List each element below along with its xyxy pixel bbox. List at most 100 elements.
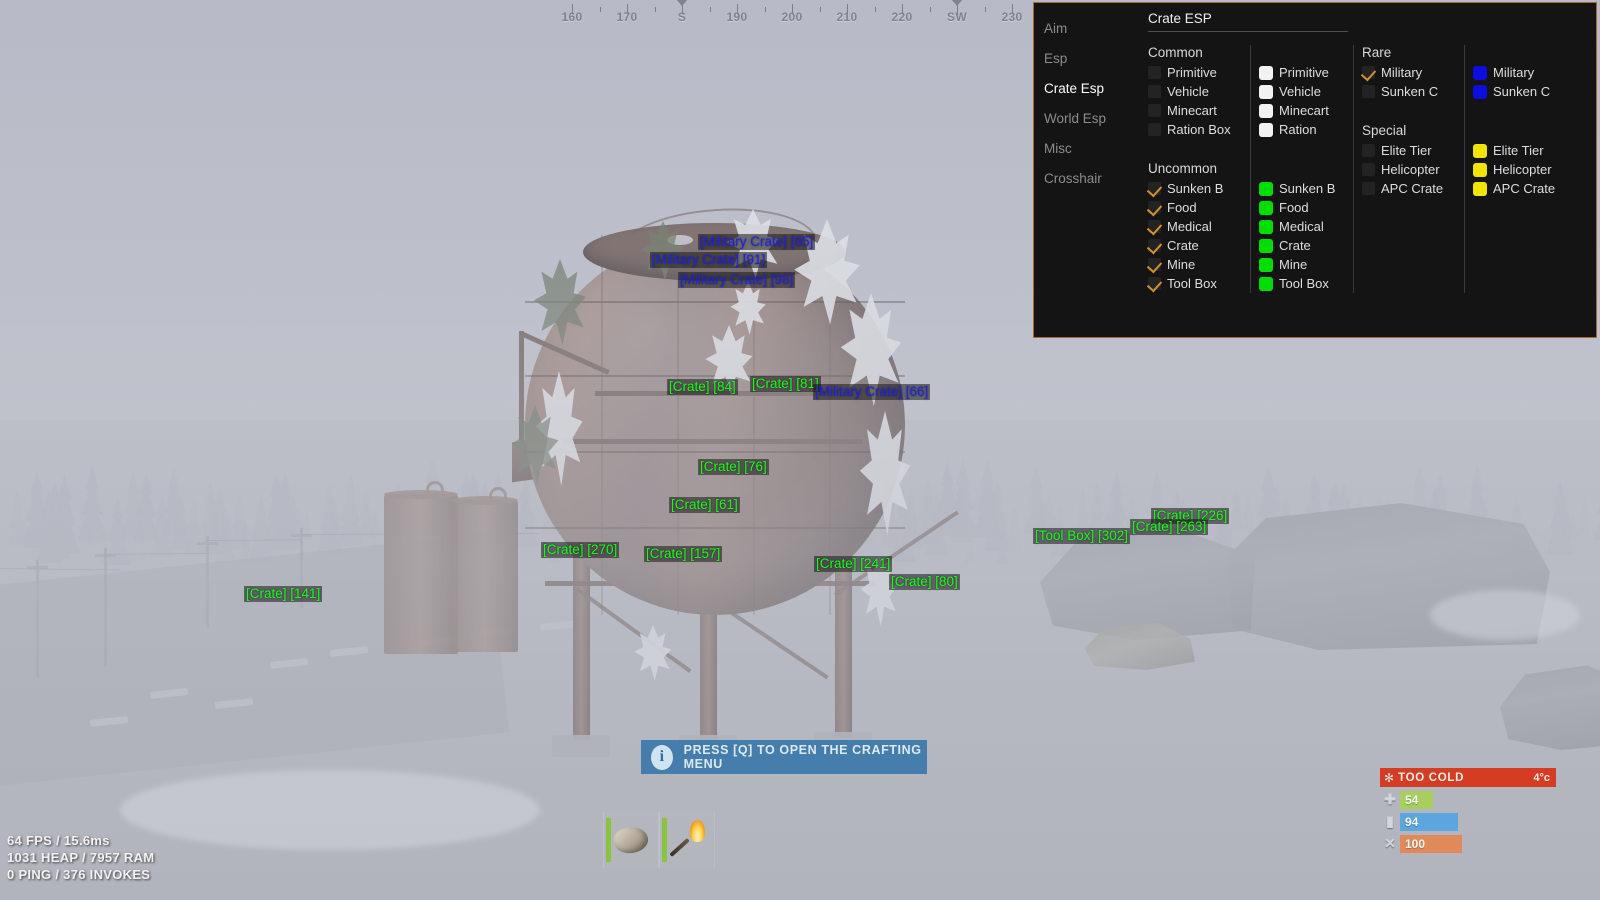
color-label: Medical [1279,219,1324,234]
compass-caret-icon [951,0,963,6]
color-row-sunken-b[interactable]: Sunken B [1259,179,1353,198]
column-colors-common-uncommon[interactable]: Primitive Vehicle Minecart Ration Sunken B Fo… [1259,43,1353,293]
color-row-elite-tier[interactable]: Elite Tier [1473,141,1567,160]
compass-label: 190 [726,10,748,24]
menu-nav-item-esp[interactable]: Esp [1044,51,1134,67]
color-swatch[interactable] [1473,143,1487,158]
color-swatch[interactable] [1259,103,1273,118]
color-swatch[interactable] [1259,200,1273,215]
color-swatch[interactable] [1259,181,1273,196]
storage-tank-small-lid [384,490,458,499]
checkbox-icon[interactable] [1362,182,1375,195]
column-toggles-rare-special[interactable]: Rare Military Sunken C Special Elite Tier Hel… [1362,43,1464,293]
toggle-row-sunken-c[interactable]: Sunken C [1362,82,1464,101]
color-row-apc-crate[interactable]: APC Crate [1473,179,1567,198]
checkbox-icon[interactable] [1148,85,1161,98]
color-row-sunken-c[interactable]: Sunken C [1473,82,1567,101]
color-swatch[interactable] [1259,122,1273,137]
toggle-row-medical[interactable]: Medical [1148,217,1250,236]
info-icon: i [651,744,673,770]
snow-patch [120,770,540,850]
color-row-ration[interactable]: Ration [1259,120,1353,139]
color-swatch[interactable] [1473,162,1487,177]
color-row-crate[interactable]: Crate [1259,236,1353,255]
checkbox-icon[interactable] [1362,144,1375,157]
color-row-vehicle[interactable]: Vehicle [1259,82,1353,101]
menu-nav-item-crate-esp[interactable]: Crate Esp [1044,81,1134,97]
color-label: Sunken B [1279,181,1336,196]
checkbox-checked-icon[interactable] [1148,239,1161,252]
color-swatch[interactable] [1473,181,1487,196]
toggle-row-ration-box[interactable]: Ration Box [1148,120,1250,139]
compass-tick-minor [819,7,821,12]
toggle-row-primitive[interactable]: Primitive [1148,63,1250,82]
toggle-row-apc-crate[interactable]: APC Crate [1362,179,1464,198]
hotbar-slot-2[interactable] [659,812,715,868]
color-swatch[interactable] [1259,257,1273,272]
menu-nav-item-crosshair[interactable]: Crosshair [1044,171,1134,187]
toggle-row-vehicle[interactable]: Vehicle [1148,82,1250,101]
color-swatch[interactable] [1473,84,1487,99]
color-row-minecart[interactable]: Minecart [1259,101,1353,120]
checkbox-checked-icon[interactable] [1148,182,1161,195]
column-divider [1250,45,1251,293]
temperature-label: TOO COLD [1398,771,1465,784]
column-toggles-common-uncommon[interactable]: Common Primitive Vehicle Minecart Ration Box… [1148,43,1250,293]
storage-tank-small [384,494,458,654]
checkbox-icon[interactable] [1362,85,1375,98]
cheat-menu-panel[interactable]: Aim Esp Crate Esp World Esp Misc Crosshair Cr… [1033,2,1597,338]
toggle-label: APC Crate [1381,181,1444,196]
color-row-tool-box[interactable]: Tool Box [1259,274,1353,293]
color-swatch[interactable] [1259,219,1273,234]
color-swatch[interactable] [1259,238,1273,253]
color-row-mine[interactable]: Mine [1259,255,1353,274]
toggle-row-tool-box[interactable]: Tool Box [1148,274,1250,293]
color-row-helicopter[interactable]: Helicopter [1473,160,1567,179]
color-row-primitive[interactable]: Primitive [1259,63,1353,82]
column-divider [1464,45,1465,293]
toggle-row-crate[interactable]: Crate [1148,236,1250,255]
checkbox-checked-icon[interactable] [1148,201,1161,214]
color-row-medical[interactable]: Medical [1259,217,1353,236]
checkbox-checked-icon[interactable] [1148,220,1161,233]
compass-label: 230 [1001,10,1023,24]
color-label: Primitive [1279,65,1329,80]
page-title: Crate ESP [1148,11,1348,32]
color-label: Mine [1279,257,1308,272]
checkbox-icon[interactable] [1362,163,1375,176]
toggle-row-helicopter[interactable]: Helicopter [1362,160,1464,179]
checkbox-checked-icon[interactable] [1148,277,1161,290]
color-row-food[interactable]: Food [1259,198,1353,217]
toggle-row-mine[interactable]: Mine [1148,255,1250,274]
tank-leg-base [552,735,610,757]
checkbox-icon[interactable] [1148,104,1161,117]
color-swatch[interactable] [1259,276,1273,291]
color-label: Sunken C [1493,84,1551,99]
menu-sidebar[interactable]: Aim Esp Crate Esp World Esp Misc Crosshair [1034,3,1134,337]
menu-nav-item-world-esp[interactable]: World Esp [1044,111,1134,127]
color-swatch[interactable] [1473,65,1487,80]
color-row-military[interactable]: Military [1473,63,1567,82]
checkbox-icon[interactable] [1148,66,1161,79]
toggle-row-sunken-b[interactable]: Sunken B [1148,179,1250,198]
toggle-row-minecart[interactable]: Minecart [1148,101,1250,120]
performance-line: 0 PING / 376 INVOKES [7,867,151,882]
esp-label: [Crate] [76] [698,459,769,475]
toggle-row-military[interactable]: Military [1362,63,1464,82]
group-title-rare: Rare [1362,45,1392,60]
hotbar-slot-1[interactable] [603,812,659,868]
toggle-row-elite-tier[interactable]: Elite Tier [1362,141,1464,160]
color-swatch[interactable] [1259,84,1273,99]
checkbox-checked-icon[interactable] [1362,66,1375,79]
color-swatch[interactable] [1259,65,1273,80]
checkbox-icon[interactable] [1148,123,1161,136]
toggle-label: Sunken C [1381,84,1439,99]
menu-nav-item-misc[interactable]: Misc [1044,141,1134,157]
column-colors-rare-special[interactable]: Military Sunken C Elite Tier Helicopter APC … [1473,43,1567,293]
group-title-spacer [1259,159,1353,179]
toggle-row-food[interactable]: Food [1148,198,1250,217]
checkbox-checked-icon[interactable] [1148,258,1161,271]
compass-tick-minor [874,7,876,12]
hotbar[interactable] [603,812,715,868]
menu-nav-item-aim[interactable]: Aim [1044,21,1134,37]
